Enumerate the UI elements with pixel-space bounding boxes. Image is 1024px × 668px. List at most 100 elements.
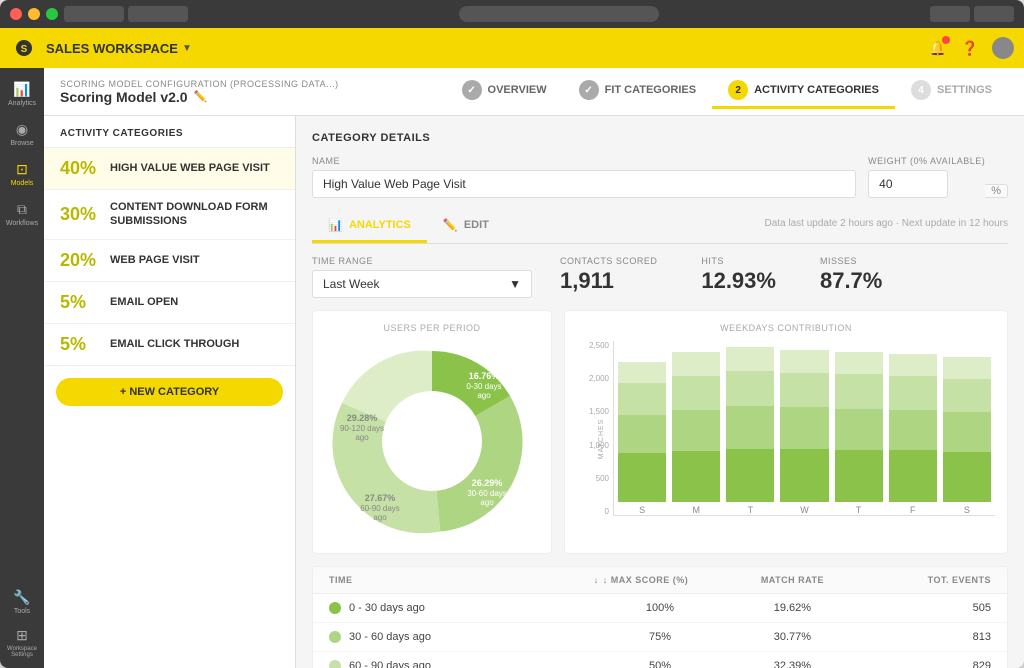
- tab2[interactable]: [128, 6, 188, 22]
- wizard-step-settings[interactable]: 4 SETTINGS: [895, 74, 1008, 109]
- bar-col-T2: T: [835, 352, 883, 515]
- svg-text:29.28%: 29.28%: [347, 413, 378, 423]
- svg-text:0-30 days: 0-30 days: [466, 382, 501, 391]
- stat-hits: HITS 12.93%: [685, 256, 792, 298]
- sidebar-item-tools[interactable]: 🔧 Tools: [4, 584, 40, 620]
- td-time-1: 30 - 60 days ago: [329, 631, 594, 643]
- maximize-button[interactable]: [46, 8, 58, 20]
- time-dot-2: [329, 660, 341, 668]
- bar-seg-2-S2: [943, 412, 991, 452]
- td-rate-0: 19.62%: [726, 602, 858, 614]
- bar-seg-2-F: [889, 410, 937, 450]
- app-window: S SALES WORKSPACE ▼ 🔔 ❓ 📊 Analytics ◉: [0, 0, 1024, 668]
- category-pct-4: 5%: [60, 334, 100, 355]
- time-dot-0: [329, 602, 341, 614]
- tab-analytics[interactable]: 📊 ANALYTICS: [312, 210, 427, 243]
- wizard-step-activity-categories[interactable]: 2 ACTIVITY CATEGORIES: [712, 74, 895, 109]
- url-bar[interactable]: [459, 6, 659, 22]
- bar-label-S2: S: [964, 505, 970, 515]
- name-label: NAME: [312, 156, 856, 166]
- th-rate: MATCH RATE: [726, 575, 858, 585]
- sidebar-item-analytics[interactable]: 📊 Analytics: [4, 76, 40, 112]
- bar-stack-F: [889, 354, 937, 502]
- stat-misses: MISSES 87.7%: [804, 256, 898, 298]
- time-range-group: TIME RANGE Last Week ▼: [312, 256, 532, 298]
- field-row-name: NAME WEIGHT (0% AVAILABLE) %: [312, 156, 1008, 198]
- bar-seg-3-S2: [943, 379, 991, 412]
- category-pct-0: 40%: [60, 158, 100, 179]
- notification-icon[interactable]: 🔔: [928, 38, 948, 58]
- name-input[interactable]: [312, 170, 856, 198]
- category-item-2[interactable]: 20% WEB PAGE VISIT: [44, 240, 295, 282]
- charts-row: USERS PER PERIOD: [312, 310, 1008, 554]
- detail-tabs: 📊 ANALYTICS ✏️ EDIT Data last update 2 h…: [312, 210, 1008, 244]
- td-events-2: 829: [859, 660, 991, 668]
- categories-panel: ACTIVITY CATEGORIES 40% HIGH VALUE WEB P…: [44, 116, 296, 668]
- bar-label-S1: S: [639, 505, 645, 515]
- bar-stack-W: [780, 350, 828, 502]
- nav-back[interactable]: [930, 6, 970, 22]
- donut-chart: 16.76% 0-30 days ago 26.29% 30-60 days a…: [332, 341, 532, 541]
- bar-seg-1-S2: [943, 452, 991, 502]
- bar-stack-T2: [835, 352, 883, 502]
- sidebar-item-workflows[interactable]: ⧉ Workflows: [4, 196, 40, 232]
- bar-seg-4-S2: [943, 357, 991, 379]
- category-name-0: HIGH VALUE WEB PAGE VISIT: [110, 161, 270, 175]
- td-events-0: 505: [859, 602, 991, 614]
- bar-chart-box: WEEKDAYS CONTRIBUTION 2,500 2,000 1,500 …: [564, 310, 1008, 554]
- content-area: SCORING MODEL CONFIGURATION (Processing …: [44, 68, 1024, 668]
- bar-col-F: F: [889, 354, 937, 515]
- bar-seg-4-S1: [618, 362, 666, 383]
- category-item-4[interactable]: 5% EMAIL CLICK THROUGH: [44, 324, 295, 366]
- bar-seg-1-M: [672, 451, 720, 502]
- workspace-settings-icon: ⊞: [16, 627, 28, 644]
- svg-text:16.76%: 16.76%: [469, 371, 500, 381]
- step1-icon: ✓: [462, 80, 482, 100]
- tools-icon: 🔧: [13, 589, 30, 606]
- bar-chart-title: WEEKDAYS CONTRIBUTION: [577, 323, 995, 333]
- step3-icon: 2: [728, 80, 748, 100]
- edit-title-icon[interactable]: ✏️: [194, 90, 208, 103]
- help-icon[interactable]: ❓: [960, 38, 980, 58]
- brand-name[interactable]: SALES WORKSPACE ▼: [46, 41, 192, 56]
- step4-icon: 4: [911, 80, 931, 100]
- tab1[interactable]: [64, 6, 124, 22]
- td-rate-1: 30.77%: [726, 631, 858, 643]
- category-item-1[interactable]: 30% CONTENT DOWNLOAD FORM SUBMISSIONS: [44, 190, 295, 240]
- select-caret: ▼: [509, 277, 521, 291]
- y-tick-2500: 2,500: [577, 341, 609, 350]
- wizard-step-overview[interactable]: ✓ OVERVIEW: [446, 74, 563, 109]
- bar-stack-T1: [726, 347, 774, 502]
- title-bar-tabs: [64, 6, 188, 22]
- left-nav: 📊 Analytics ◉ Browse ⊡ Models ⧉ Workflow…: [0, 68, 44, 668]
- category-item-3[interactable]: 5% EMAIL OPEN: [44, 282, 295, 324]
- bar-col-S1: S: [618, 362, 666, 515]
- data-info: Data last update 2 hours ago · Next upda…: [765, 210, 1009, 243]
- bar-label-T2: T: [856, 505, 862, 515]
- detail-panel: CATEGORY DETAILS NAME WEIGHT (0% AVAILAB…: [296, 116, 1024, 668]
- svg-text:ago: ago: [477, 391, 491, 400]
- nav-forward[interactable]: [974, 6, 1014, 22]
- category-item-0[interactable]: 40% HIGH VALUE WEB PAGE VISIT: [44, 148, 295, 190]
- sidebar-item-workspace-settings[interactable]: ⊞ Workspace Settings: [4, 624, 40, 660]
- user-avatar[interactable]: [992, 37, 1014, 59]
- sidebar-item-browse[interactable]: ◉ Browse: [4, 116, 40, 152]
- page-title: Scoring Model v2.0 ✏️: [60, 89, 339, 105]
- svg-text:60-90 days: 60-90 days: [360, 504, 400, 513]
- bar-label-T1: T: [748, 505, 754, 515]
- wizard-step-fit-categories[interactable]: ✓ FIT CATEGORIES: [563, 74, 712, 109]
- close-button[interactable]: [10, 8, 22, 20]
- bar-seg-3-S1: [618, 383, 666, 415]
- sidebar-item-models[interactable]: ⊡ Models: [4, 156, 40, 192]
- minimize-button[interactable]: [28, 8, 40, 20]
- new-category-button[interactable]: + NEW CATEGORY: [56, 378, 283, 406]
- svg-text:27.67%: 27.67%: [365, 493, 396, 503]
- td-events-1: 813: [859, 631, 991, 643]
- time-range-select[interactable]: Last Week ▼: [312, 270, 532, 298]
- time-dot-1: [329, 631, 341, 643]
- data-table: TIME ↓ ↓ MAX SCORE (%) MATCH RATE TOT. E…: [312, 566, 1008, 668]
- tab-edit[interactable]: ✏️ EDIT: [427, 210, 505, 243]
- bar-stack-S1: [618, 362, 666, 502]
- bar-seg-4-W: [780, 350, 828, 373]
- weight-input[interactable]: [868, 170, 948, 198]
